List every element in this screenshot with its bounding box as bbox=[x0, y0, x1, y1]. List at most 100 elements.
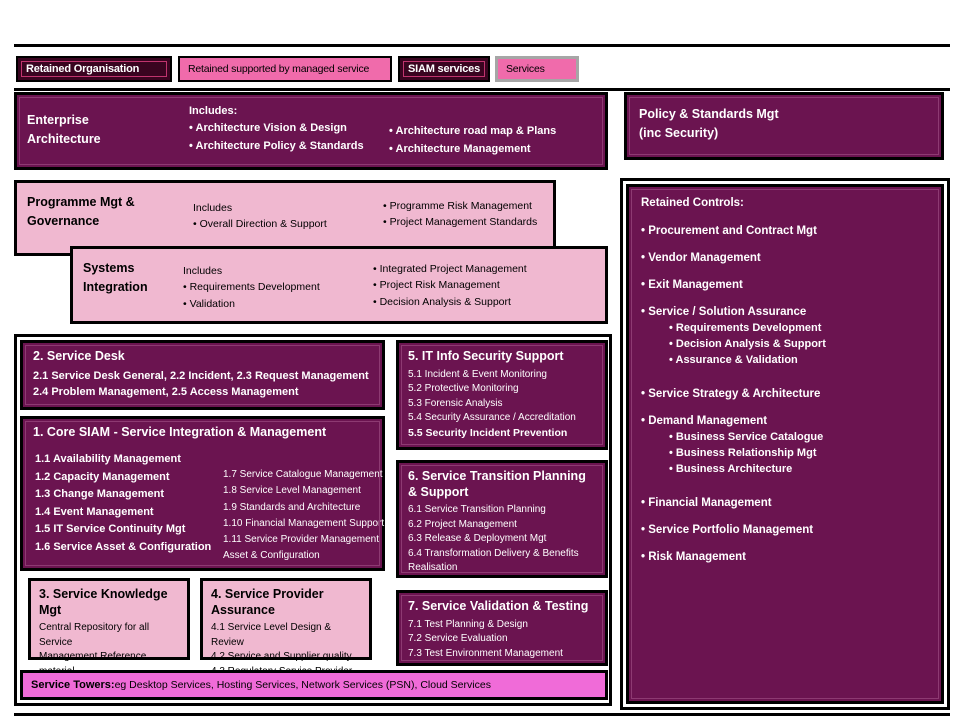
list-item: • Requirements Development bbox=[183, 281, 320, 294]
top-divider-rule bbox=[14, 44, 950, 47]
legend-item-siam-services[interactable]: SIAM services bbox=[398, 56, 490, 82]
title-line-1: Enterprise bbox=[27, 113, 89, 127]
card-title: 7. Service Validation & Testing bbox=[408, 599, 589, 613]
list-item: 1.11 Service Provider Management bbox=[223, 534, 380, 546]
card-service-transition-planning-support[interactable]: 6. Service Transition Planning & Support… bbox=[396, 460, 608, 578]
list-item: 2.4 Problem Management, 2.5 Access Manag… bbox=[33, 386, 299, 399]
list-item-highlighted: 5.5 Security Incident Prevention bbox=[408, 426, 568, 439]
list-sub-item: • Business Architecture bbox=[669, 463, 793, 475]
card-retained-controls[interactable]: Retained Controls: • Procurement and Con… bbox=[626, 184, 944, 704]
list-item: • Architecture Management bbox=[389, 143, 531, 156]
list-item: • Vendor Management bbox=[641, 252, 761, 264]
legend-divider-rule bbox=[14, 88, 950, 91]
card-systems-integration[interactable]: Systems Integration Includes • Requireme… bbox=[70, 246, 608, 324]
card-service-desk[interactable]: 2. Service Desk 2.1 Service Desk General… bbox=[20, 340, 385, 410]
list-item: 2.1 Service Desk General, 2.2 Incident, … bbox=[33, 369, 369, 382]
enterprise-architecture-title: Enterprise Architecture bbox=[27, 111, 177, 149]
list-sub-item: • Decision Analysis & Support bbox=[669, 338, 826, 350]
list-item: • Overall Direction & Support bbox=[193, 218, 327, 231]
list-item: 7.3 Test Environment Management bbox=[408, 647, 563, 659]
card-title: 2. Service Desk bbox=[33, 349, 125, 363]
legend-label: Retained supported by managed service bbox=[188, 63, 370, 75]
card-title: 5. IT Info Security Support bbox=[408, 349, 564, 363]
card-title: 6. Service Transition Planning & Support bbox=[408, 469, 586, 499]
list-item: • Financial Management bbox=[641, 497, 772, 509]
list-item: 1.2 Capacity Management bbox=[35, 470, 170, 483]
programme-mgt-title: Programme Mgt & Governance bbox=[27, 193, 177, 231]
list-item: Asset & Configuration bbox=[223, 550, 320, 562]
list-item: • Risk Management bbox=[641, 551, 746, 563]
card-title: 4. Service Provider Assurance bbox=[211, 587, 324, 617]
list-item: 6.1 Service Transition Planning bbox=[408, 504, 546, 516]
list-item: 5.2 Protective Monitoring bbox=[408, 383, 519, 395]
systems-integration-column-b: • Integrated Project Management • Projec… bbox=[373, 261, 603, 310]
list-item: • Programme Risk Management bbox=[383, 200, 532, 212]
legend-label: SIAM services bbox=[408, 63, 480, 75]
list-item: Realisation bbox=[408, 562, 458, 574]
title-line-2: Governance bbox=[27, 213, 100, 228]
legend-label: Retained Organisation bbox=[26, 63, 140, 75]
systems-integration-column-a: Includes • Requirements Development • Va… bbox=[183, 263, 378, 312]
includes-heading: Includes bbox=[183, 265, 223, 277]
list-item: • Architecture Policy & Standards bbox=[189, 140, 364, 153]
retained-controls-heading: Retained Controls: bbox=[641, 197, 744, 209]
list-item: 5.3 Forensic Analysis bbox=[408, 397, 503, 409]
list-item: 1.4 Event Management bbox=[35, 505, 154, 518]
card-service-validation-testing[interactable]: 7. Service Validation & Testing 7.1 Test… bbox=[396, 590, 608, 666]
list-item: 1.8 Service Level Management bbox=[223, 485, 361, 497]
legend-item-retained-supported-by-managed-service[interactable]: Retained supported by managed service bbox=[178, 56, 392, 82]
programme-mgt-column-a: Includes • Overall Direction & Support bbox=[193, 200, 383, 233]
systems-integration-title: Systems Integration bbox=[83, 259, 183, 297]
legend-item-retained-organisation[interactable]: Retained Organisation bbox=[16, 56, 172, 82]
list-item: 1.3 Change Management bbox=[35, 488, 164, 501]
service-towers-text: eg Desktop Services, Hosting Services, N… bbox=[114, 679, 491, 691]
legend-item-services[interactable]: Services bbox=[495, 56, 579, 82]
list-item: • Exit Management bbox=[641, 279, 743, 291]
card-core-siam[interactable]: 1. Core SIAM - Service Integration & Man… bbox=[20, 416, 385, 571]
enterprise-architecture-column-b: • Architecture road map & Plans • Archit… bbox=[389, 122, 604, 158]
list-item: 1.5 IT Service Continuity Mgt bbox=[35, 523, 186, 536]
card-service-knowledge-mgt[interactable]: 3. Service Knowledge Mgt Central Reposit… bbox=[28, 578, 190, 677]
enterprise-architecture-column-a: Includes: • Architecture Vision & Design… bbox=[189, 105, 394, 155]
card-policy-standards-mgt[interactable]: Policy & Standards Mgt (inc Security) bbox=[624, 92, 944, 160]
list-item: • Project Management Standards bbox=[383, 216, 538, 229]
list-item: 4.1 Service Level Design & Review bbox=[211, 622, 332, 648]
list-item: 7.2 Service Evaluation bbox=[408, 633, 508, 645]
list-item: 6.3 Release & Deployment Mgt bbox=[408, 533, 547, 545]
list-item: Central Repository for all Service bbox=[39, 622, 150, 648]
card-enterprise-architecture[interactable]: Enterprise Architecture Includes: • Arch… bbox=[14, 92, 608, 170]
service-towers-label: Service Towers: bbox=[31, 679, 115, 691]
list-sub-item: • Business Relationship Mgt bbox=[669, 447, 817, 459]
list-item: • Service Portfolio Management bbox=[641, 524, 814, 536]
list-item: 1.6 Service Asset & Configuration bbox=[35, 540, 212, 553]
list-item: 7.1 Test Planning & Design bbox=[408, 618, 528, 630]
list-item: 6.2 Project Management bbox=[408, 518, 517, 530]
programme-mgt-column-b: • Programme Risk Management • Project Ma… bbox=[383, 198, 573, 231]
card-programme-mgt-governance[interactable]: Programme Mgt & Governance Includes • Ov… bbox=[14, 180, 556, 256]
title-line-2: Integration bbox=[83, 279, 148, 294]
card-service-towers[interactable]: Service Towers: eg Desktop Services, Hos… bbox=[20, 670, 608, 700]
title-line-1: Systems bbox=[83, 261, 135, 275]
list-item: • Service / Solution Assurance bbox=[641, 306, 807, 318]
list-sub-item: • Requirements Development bbox=[669, 322, 822, 334]
list-sub-item: • Assurance & Validation bbox=[669, 354, 798, 366]
list-item: • Project Risk Management bbox=[373, 279, 500, 292]
title-line-2: Architecture bbox=[27, 131, 101, 146]
card-service-provider-assurance[interactable]: 4. Service Provider Assurance 4.1 Servic… bbox=[200, 578, 372, 691]
list-item: • Architecture Vision & Design bbox=[189, 122, 347, 134]
card-title: 3. Service Knowledge Mgt bbox=[39, 587, 168, 617]
card-it-infosecurity-support[interactable]: 5. IT Info Security Support 5.1 Incident… bbox=[396, 340, 608, 450]
legend-label: Services bbox=[506, 63, 545, 75]
list-item: • Service Strategy & Architecture bbox=[641, 388, 821, 400]
bottom-divider-rule bbox=[14, 713, 950, 716]
list-sub-item: • Business Service Catalogue bbox=[669, 431, 824, 443]
list-item: • Procurement and Contract Mgt bbox=[641, 225, 817, 237]
list-item: 1.10 Financial Management Support bbox=[223, 517, 385, 529]
title-line-2: (inc Security) bbox=[639, 125, 719, 140]
list-item: 5.4 Security Assurance / Accreditation bbox=[408, 412, 576, 424]
core-siam-column-left: 1.1 Availability Management 1.2 Capacity… bbox=[35, 451, 235, 557]
list-item: • Demand Management bbox=[641, 415, 768, 427]
list-item: 1.9 Standards and Architecture bbox=[223, 501, 361, 513]
title-line-1: Policy & Standards Mgt bbox=[639, 107, 779, 121]
includes-heading: Includes: bbox=[189, 105, 238, 117]
